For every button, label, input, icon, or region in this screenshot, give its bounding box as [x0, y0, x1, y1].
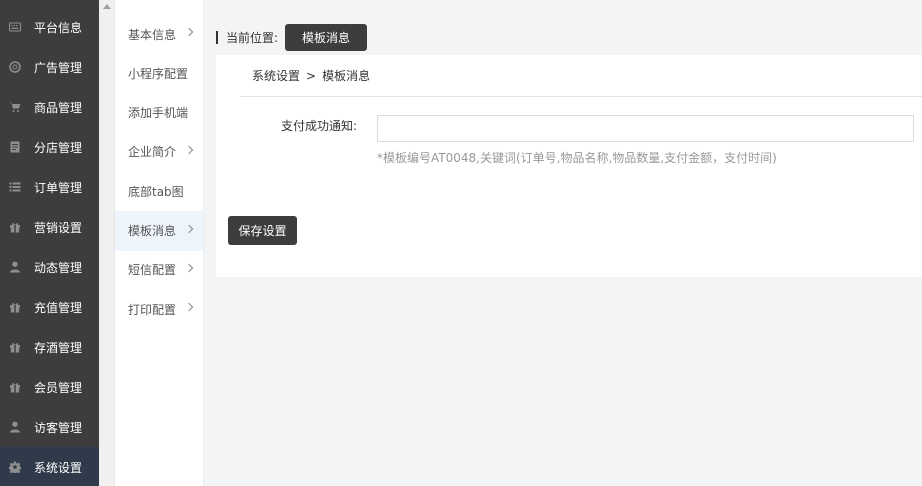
gift-icon — [8, 380, 22, 394]
user-icon — [8, 420, 22, 434]
content-panel: 系统设置 > 模板消息 支付成功通知: *模板编号AT0048,关键词(订单号,… — [216, 55, 922, 277]
gift-icon — [8, 300, 22, 314]
gear-icon — [8, 460, 22, 474]
payment-notice-template-input[interactable] — [377, 115, 914, 142]
scroll-up-arrow-icon[interactable] — [103, 4, 111, 9]
save-settings-button[interactable]: 保存设置 — [228, 216, 297, 245]
payment-notice-label: 支付成功通知: — [281, 119, 358, 133]
list-icon — [8, 180, 22, 194]
panel-path-parent: 系统设置 — [252, 69, 301, 83]
breadcrumb: 当前位置: 模板消息 — [216, 23, 368, 51]
sidebar-item[interactable]: 系统设置 — [0, 447, 99, 486]
subnav-item-label: 添加手机端 — [128, 106, 189, 121]
sidebar-item-label: 存酒管理 — [34, 340, 83, 355]
lifebuoy-icon — [8, 60, 22, 74]
subnav-item-label: 打印配置 — [128, 302, 177, 317]
document-icon — [8, 140, 22, 154]
sidebar-item[interactable]: 分店管理 — [0, 127, 99, 167]
sidebar-item-label: 分店管理 — [34, 140, 83, 155]
sidebar-item[interactable]: 访客管理 — [0, 407, 99, 447]
scrollbar[interactable] — [99, 0, 115, 486]
sidebar-item[interactable]: 商品管理 — [0, 87, 99, 127]
subnav-item-label: 模板消息 — [128, 224, 177, 238]
chevron-right-icon — [184, 263, 194, 273]
panel-path-current: 模板消息 — [322, 69, 371, 83]
sidebar-item-label: 订单管理 — [34, 180, 83, 195]
sidebar-item-label: 平台信息 — [34, 20, 83, 35]
user-icon — [8, 260, 22, 274]
sidebar-item-label: 商品管理 — [34, 100, 83, 115]
chevron-right-icon — [184, 302, 194, 312]
sidebar-item[interactable]: 存酒管理 — [0, 327, 99, 367]
gift-icon — [8, 340, 22, 354]
subnav-item[interactable]: 小程序配置 — [115, 53, 203, 93]
chevron-right-icon — [184, 27, 194, 37]
subnav-item[interactable]: 底部tab图 — [115, 171, 203, 211]
sidebar-item[interactable]: 订单管理 — [0, 167, 99, 207]
sidebar-item-label: 营销设置 — [34, 220, 83, 235]
panel-path: 系统设置 > 模板消息 — [240, 55, 922, 97]
keyboard-icon — [8, 20, 22, 34]
panel-path-separator: > — [306, 68, 317, 83]
sidebar-item-label: 充值管理 — [34, 300, 83, 315]
gift-icon — [8, 220, 22, 234]
subnav-item-label: 短信配置 — [128, 263, 177, 278]
sidebar-item[interactable]: 广告管理 — [0, 47, 99, 87]
subnav-item[interactable]: 模板消息 — [115, 210, 203, 251]
sidebar-item-label: 会员管理 — [34, 380, 83, 395]
chevron-right-icon — [184, 145, 194, 155]
main-sidebar: 平台信息广告管理商品管理分店管理订单管理营销设置动态管理充值管理存酒管理会员管理… — [0, 0, 99, 486]
subnav-item[interactable]: 添加手机端 — [115, 93, 203, 133]
sidebar-item[interactable]: 会员管理 — [0, 367, 99, 407]
sidebar-item-label: 系统设置 — [34, 460, 83, 475]
cart-icon — [8, 100, 22, 114]
subnav-item[interactable]: 打印配置 — [115, 289, 203, 329]
subnav-item-label: 小程序配置 — [128, 66, 189, 81]
subnav-item[interactable]: 基本信息 — [115, 14, 203, 54]
sidebar-item[interactable]: 平台信息 — [0, 7, 99, 47]
subnav-item-label: 底部tab图 — [128, 184, 184, 199]
breadcrumb-prefix: 当前位置: — [226, 30, 279, 45]
breadcrumb-marker — [216, 30, 218, 44]
sidebar-item[interactable]: 充值管理 — [0, 287, 99, 327]
subnav-item-label: 基本信息 — [128, 27, 177, 42]
settings-subnav: 基本信息小程序配置添加手机端企业简介底部tab图 模板消息短信配置打印配置 — [115, 0, 204, 486]
subnav-item-label: 企业简介 — [128, 145, 177, 160]
sidebar-item[interactable]: 营销设置 — [0, 207, 99, 247]
sidebar-item-label: 广告管理 — [34, 60, 83, 75]
sidebar-item[interactable]: 动态管理 — [0, 247, 99, 287]
subnav-item[interactable]: 短信配置 — [115, 250, 203, 290]
sidebar-item-label: 动态管理 — [34, 260, 83, 275]
chevron-right-icon — [184, 224, 194, 233]
sidebar-item-label: 访客管理 — [34, 420, 83, 435]
payment-notice-hint: *模板编号AT0048,关键词(订单号,物品名称,物品数量,支付金额，支付时间) — [377, 151, 777, 165]
subnav-item[interactable]: 企业简介 — [115, 132, 203, 172]
breadcrumb-current-button[interactable]: 模板消息 — [285, 23, 368, 51]
